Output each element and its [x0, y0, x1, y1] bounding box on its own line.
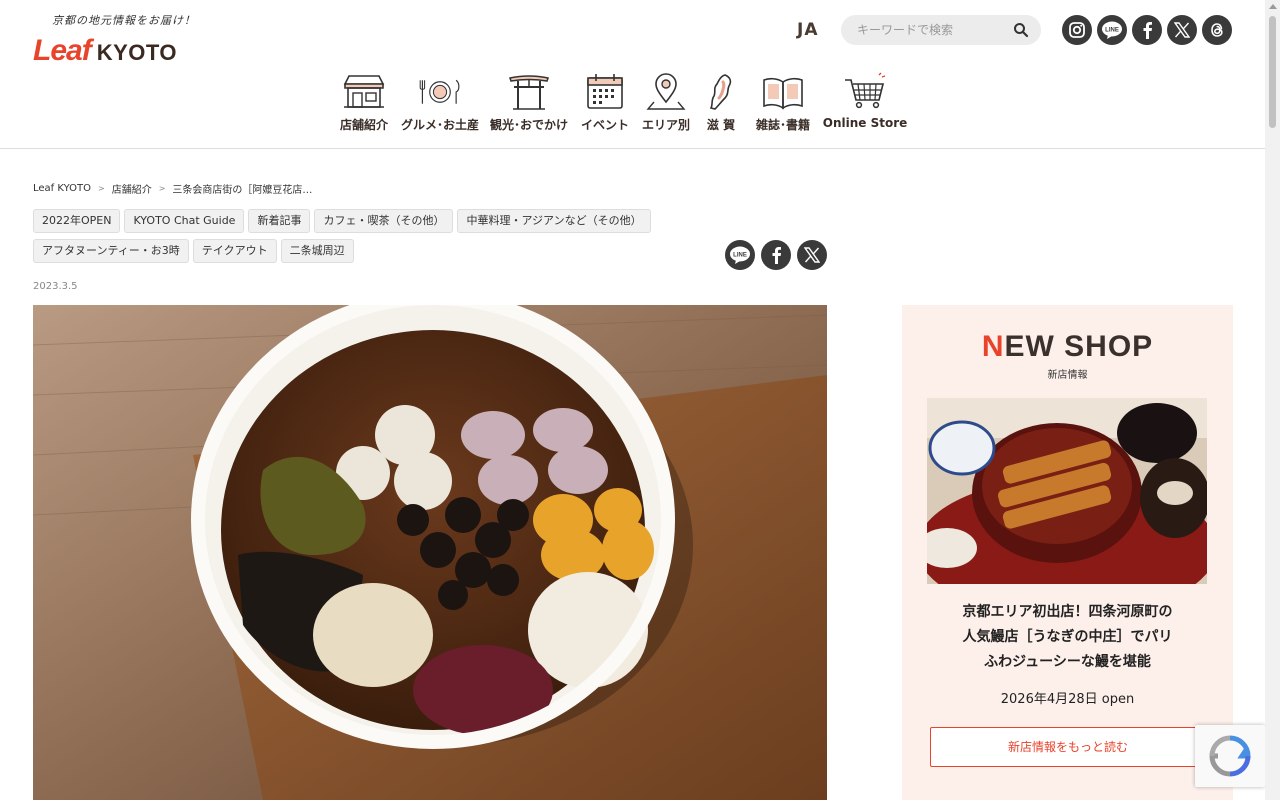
nav-item-stores[interactable]: 店舗紹介: [332, 72, 396, 133]
scrollbar-thumb[interactable]: [1269, 16, 1276, 128]
new-shop-open-date: 2026年4月28日 open: [1000, 692, 1135, 707]
nav-label: グルメ･お土産: [401, 118, 480, 132]
torii-gate-icon: [509, 75, 549, 110]
nav-item-area[interactable]: エリア別: [636, 72, 696, 133]
new-shop-image[interactable]: [927, 398, 1207, 584]
nav-label: イベント: [580, 118, 629, 132]
nav-label: Online Store: [822, 116, 908, 130]
nav-label: 雑誌･書籍: [755, 118, 810, 132]
nav-item-online-store[interactable]: Online Store: [820, 72, 910, 133]
line-icon[interactable]: LINE: [1097, 15, 1127, 45]
x-share-icon[interactable]: [797, 240, 827, 270]
tag[interactable]: テイクアウト: [192, 239, 277, 263]
new-shop-subtitle: 新店情報: [1047, 370, 1088, 381]
search-box: [841, 15, 1041, 45]
x-twitter-icon[interactable]: [1167, 15, 1197, 45]
more-new-shops-button[interactable]: 新店情報をもっと読む: [930, 727, 1206, 767]
breadcrumb-home[interactable]: Leaf KYOTO: [33, 183, 91, 194]
nav-label: 店舗紹介: [339, 118, 388, 132]
breadcrumb-separator: >: [98, 184, 105, 193]
new-shop-headline-line: 人気鰻店［うなぎの中庄］でパリ: [962, 629, 1173, 645]
nav-item-magazines[interactable]: 雑誌･書籍: [746, 72, 820, 133]
breadcrumb-category[interactable]: 店舗紹介: [112, 181, 152, 196]
nav-item-events[interactable]: イベント: [574, 72, 636, 133]
site-logo[interactable]: Leaf KYOTO: [33, 34, 177, 68]
header-social-links: LINE: [1062, 15, 1232, 45]
new-shop-headline-line: 京都エリア初出店！四条河原町の: [962, 604, 1173, 620]
global-nav: 店舗紹介 グルメ･お土産 観光･おでかけ イベント エリア別 滋 賀 雑誌･書籍: [332, 72, 910, 133]
new-shop-headline[interactable]: 京都エリア初出店！四条河原町の 人気鰻店［うなぎの中庄］でパリ ふわジューシーな…: [932, 600, 1203, 675]
logo-kyoto-text: KYOTO: [96, 40, 178, 65]
share-buttons: LINE: [725, 240, 827, 270]
tag[interactable]: 新着記事: [248, 209, 311, 233]
new-shop-title-rest: EW SHOP: [1004, 330, 1154, 363]
book-icon: [763, 77, 803, 110]
facebook-share-icon[interactable]: [761, 240, 791, 270]
page-scrollbar[interactable]: [1265, 0, 1280, 800]
breadcrumb-separator: >: [158, 184, 166, 193]
scroll-up-arrow[interactable]: [1269, 4, 1277, 9]
new-shop-title: NEW SHOP: [902, 330, 1233, 364]
calendar-icon: [587, 74, 623, 109]
logo-tagline: 京都の地元情報をお届け！: [52, 14, 196, 27]
dining-icon: [419, 79, 460, 104]
nav-item-sightseeing[interactable]: 観光･おでかけ: [484, 72, 574, 133]
recaptcha-icon: [1209, 735, 1251, 777]
shiga-map-icon: [709, 74, 732, 110]
tag[interactable]: 2022年OPEN: [33, 209, 121, 233]
facebook-icon[interactable]: [1132, 15, 1162, 45]
new-shop-title-n: N: [981, 330, 1005, 363]
svg-text:LINE: LINE: [1105, 28, 1119, 34]
search-icon[interactable]: [1013, 22, 1029, 38]
nav-item-shiga[interactable]: 滋 賀: [696, 72, 746, 133]
map-pin-icon: [646, 73, 686, 110]
tag[interactable]: 中華料理・アジアンなど（その他）: [457, 209, 651, 233]
article-tags: 2022年OPEN KYOTO Chat Guide 新着記事 カフェ・喫茶（そ…: [33, 209, 673, 263]
logo-leaf-text: Leaf: [33, 34, 92, 67]
threads-icon[interactable]: [1202, 15, 1232, 45]
svg-text:LINE: LINE: [733, 253, 747, 259]
cart-icon: [845, 72, 886, 109]
tag[interactable]: アフタヌーンティー・お3時: [33, 239, 189, 263]
tag[interactable]: カフェ・喫茶（その他）: [314, 209, 454, 233]
nav-label: 観光･おでかけ: [490, 118, 569, 132]
recaptcha-badge[interactable]: [1195, 725, 1265, 787]
new-shop-sidebar: NEW SHOP 新店情報 京都エリア初出店！四条河原町の 人気鰻店［うなぎの中…: [902, 305, 1233, 800]
post-date: 2023.3.5: [33, 281, 78, 292]
breadcrumb-current: 三条会商店街の［阿嬤豆花店…: [172, 185, 313, 196]
instagram-icon[interactable]: [1062, 15, 1092, 45]
tag[interactable]: KYOTO Chat Guide: [124, 209, 245, 233]
language-switch[interactable]: JA: [797, 20, 818, 40]
breadcrumb: Leaf KYOTO > 店舗紹介 > 三条会商店街の［阿嬤豆花店…: [33, 181, 312, 196]
site-header: 京都の地元情報をお届け！ Leaf KYOTO JA LINE 店舗紹介: [0, 0, 1265, 149]
storefront-icon: [343, 75, 385, 108]
nav-label: 滋 賀: [706, 118, 736, 132]
search-input[interactable]: [841, 15, 1001, 45]
tag[interactable]: 二条城周辺: [280, 239, 354, 263]
line-share-icon[interactable]: LINE: [725, 240, 755, 270]
new-shop-headline-line: ふわジューシーな鰻を堪能: [984, 654, 1151, 670]
nav-item-gourmet[interactable]: グルメ･お土産: [396, 72, 484, 133]
hero-image: [33, 305, 827, 800]
nav-label: エリア別: [642, 118, 691, 132]
